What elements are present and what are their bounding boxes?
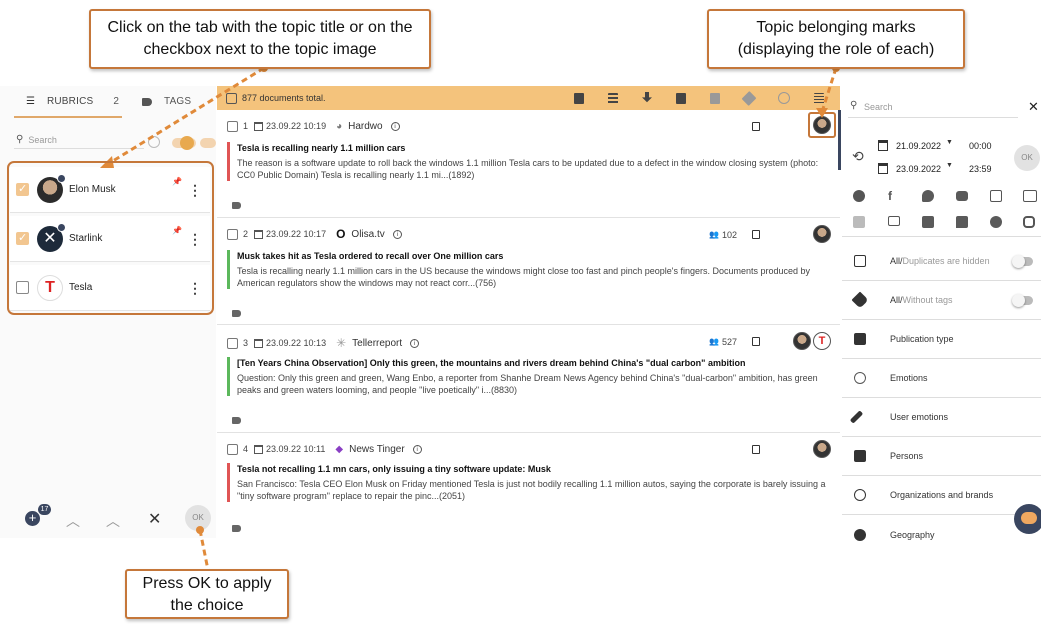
annotation-arrows (7, 64, 840, 571)
rubrics-highlight (7, 161, 214, 315)
callout-rubrics: Click on the tab with the topic title or… (89, 9, 431, 69)
arrow-to-ok (198, 529, 210, 571)
callout-role-marks: Topic belonging marks (displaying the ro… (707, 9, 965, 69)
arrow-to-rubrics (107, 66, 265, 166)
callout-text: Press OK to apply the choice (142, 575, 272, 614)
callout-ok: Press OK to apply the choice (125, 569, 289, 619)
callout-text: Topic belonging marks (displaying the ro… (737, 19, 935, 58)
arrow-dot (196, 526, 204, 534)
arrow-to-role-marks (820, 67, 838, 113)
callout-text: Click on the tab with the topic title or… (107, 19, 413, 58)
arrowhead (816, 108, 828, 118)
